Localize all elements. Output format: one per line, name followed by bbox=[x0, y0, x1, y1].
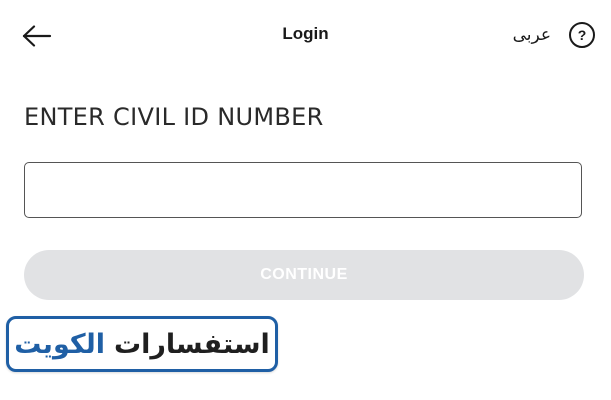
watermark-text-part1: استفسارات bbox=[113, 328, 270, 360]
civil-id-label: ENTER CIVIL ID NUMBER bbox=[24, 103, 324, 131]
watermark-text-part2: الكويت bbox=[14, 328, 105, 360]
civil-id-input[interactable] bbox=[24, 162, 582, 218]
site-watermark-logo: استفسارات الكويت bbox=[6, 316, 278, 372]
continue-button[interactable]: CONTINUE bbox=[24, 250, 584, 300]
question-circle-icon: ? bbox=[577, 27, 587, 43]
language-toggle[interactable]: عربى bbox=[513, 22, 551, 48]
header-bar: Login عربى ? bbox=[0, 0, 611, 70]
help-button[interactable]: ? bbox=[569, 22, 595, 48]
